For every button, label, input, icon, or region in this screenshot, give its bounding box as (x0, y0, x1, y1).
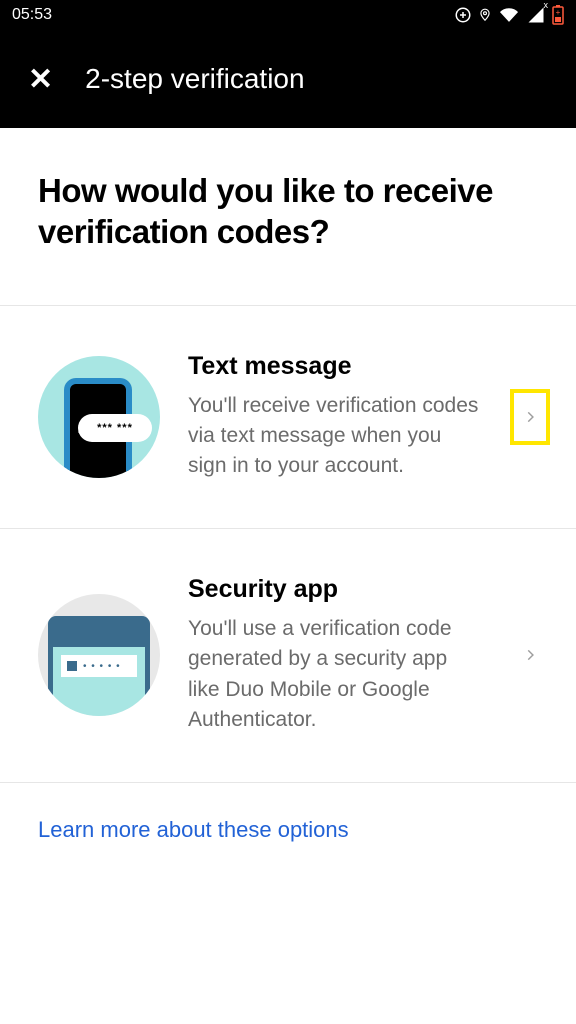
chevron-box[interactable] (510, 627, 550, 683)
wifi-icon (498, 6, 520, 24)
battery-icon: + (552, 5, 564, 25)
status-time: 05:53 (12, 6, 52, 24)
link-row: Learn more about these options (0, 783, 576, 877)
svg-text:+: + (556, 8, 561, 17)
option-security-app[interactable]: Security app You'll use a verification c… (0, 529, 576, 782)
chevron-highlight-box[interactable] (510, 389, 550, 445)
security-app-illustration (38, 594, 160, 716)
signal-icon: x (526, 6, 546, 24)
option-title: Security app (188, 575, 482, 604)
option-title: Text message (188, 352, 482, 381)
chevron-right-icon (523, 405, 537, 429)
option-body: Text message You'll receive verification… (188, 352, 482, 482)
status-bar: 05:53 x + (0, 0, 576, 30)
page-heading: How would you like to receive verificati… (0, 128, 576, 305)
location-icon (478, 6, 492, 24)
option-text-message[interactable]: *** *** Text message You'll receive veri… (0, 306, 576, 528)
option-description: You'll receive verification codes via te… (188, 391, 482, 482)
status-icons: x + (454, 5, 564, 25)
add-circle-icon (454, 6, 472, 24)
close-icon[interactable]: ✕ (28, 62, 53, 97)
app-header: ✕ 2-step verification (0, 30, 576, 128)
chevron-right-icon (523, 643, 537, 667)
page-title: 2-step verification (85, 63, 304, 95)
learn-more-link[interactable]: Learn more about these options (38, 817, 349, 842)
option-description: You'll use a verification code generated… (188, 614, 482, 736)
option-body: Security app You'll use a verification c… (188, 575, 482, 736)
text-message-illustration: *** *** (38, 356, 160, 478)
